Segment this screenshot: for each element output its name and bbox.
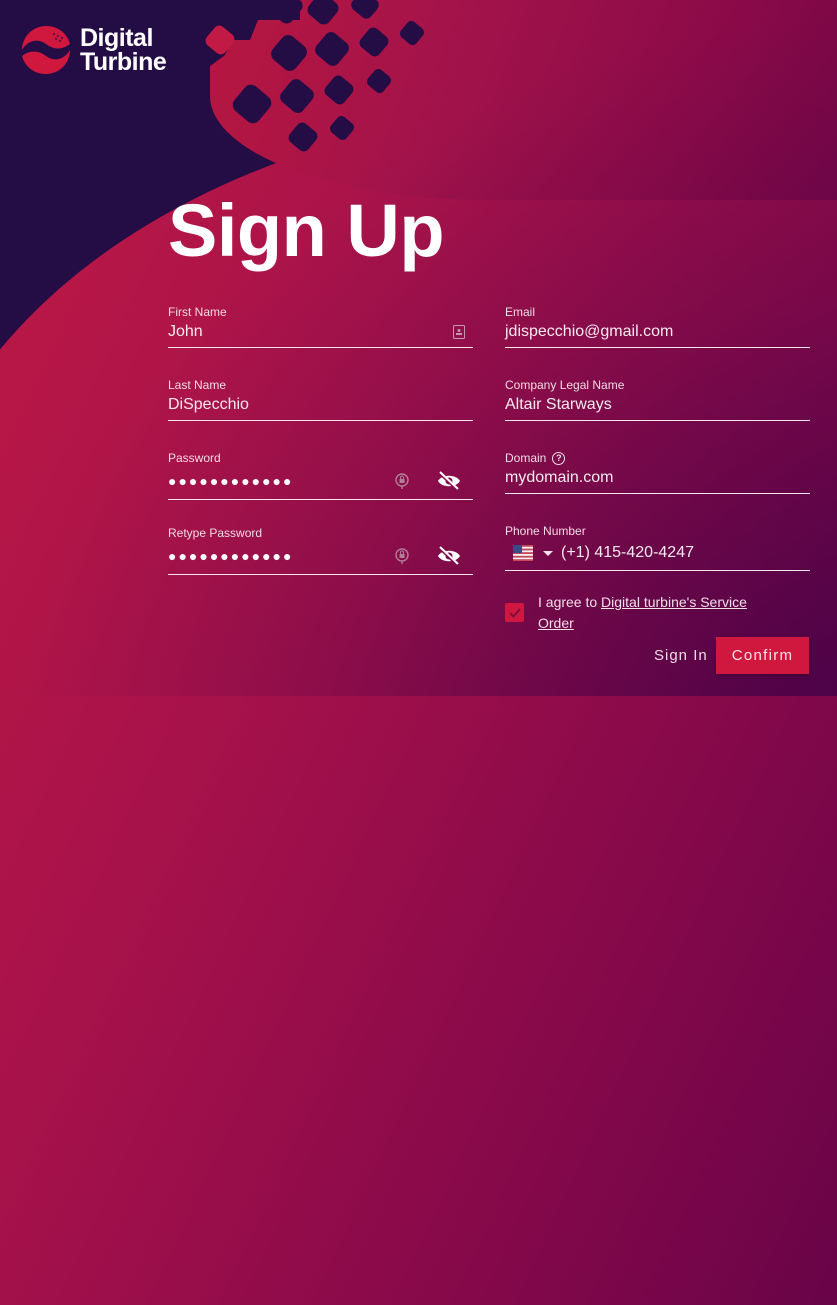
brand-name-line2: Turbine [80,48,167,76]
help-icon[interactable]: ? [552,451,566,465]
us-flag-icon [513,545,533,561]
phone-number-input[interactable]: (+1) 415-420-4247 [561,544,810,562]
terms-agreement: I agree to Digital turbine's Service Ord… [505,592,785,634]
domain-field: Domain ? mydomain.com [505,450,810,494]
page-title: Sign Up [168,189,445,272]
company-legal-name-field: Company Legal Name Altair Starways [505,377,810,421]
phone-number-label: Phone Number [505,524,586,538]
background-wave [0,105,837,1305]
password-input[interactable]: ●●●●●●●●●●●● [168,473,395,489]
phone-number-field: Phone Number (+1) 415-420-4247 [505,523,810,571]
password-label: Password [168,451,221,465]
domain-input[interactable]: mydomain.com [505,469,810,487]
agree-prefix: I agree to [538,594,602,610]
sign-in-button[interactable]: Sign In [648,643,714,668]
eye-slash-icon[interactable] [437,546,461,566]
brand-name-line1: Digital [80,24,153,52]
password-field: Password ●●●●●●●●●●●● [168,450,473,500]
agree-checkbox[interactable] [505,603,524,622]
email-field: Email jdispecchio@gmail.com [505,304,810,348]
last-name-label: Last Name [168,378,227,392]
domain-label: Domain [505,451,547,465]
retype-password-input[interactable]: ●●●●●●●●●●●● [168,548,395,564]
first-name-label: First Name [168,305,227,319]
email-input[interactable]: jdispecchio@gmail.com [505,323,810,341]
first-name-field: First Name John [168,304,473,348]
checkmark-icon [508,607,521,618]
digital-turbine-logo-icon [22,25,70,75]
retype-password-label: Retype Password [168,526,263,540]
chevron-down-icon [543,550,553,556]
country-selector[interactable] [505,545,561,561]
email-label: Email [505,305,536,319]
first-name-input[interactable]: John [168,323,453,341]
company-legal-name-label: Company Legal Name [505,378,625,392]
contact-card-icon[interactable] [453,325,465,339]
company-legal-name-input[interactable]: Altair Starways [505,396,810,414]
retype-password-field: Retype Password ●●●●●●●●●●●● [168,525,473,575]
last-name-input[interactable]: DiSpecchio [168,396,473,414]
confirm-button[interactable]: Confirm [716,637,809,674]
password-manager-key-icon[interactable] [395,473,409,489]
password-manager-key-icon[interactable] [395,548,409,564]
logo: Digital Turbine [20,24,167,76]
eye-slash-icon[interactable] [437,471,461,491]
last-name-field: Last Name DiSpecchio [168,377,473,421]
